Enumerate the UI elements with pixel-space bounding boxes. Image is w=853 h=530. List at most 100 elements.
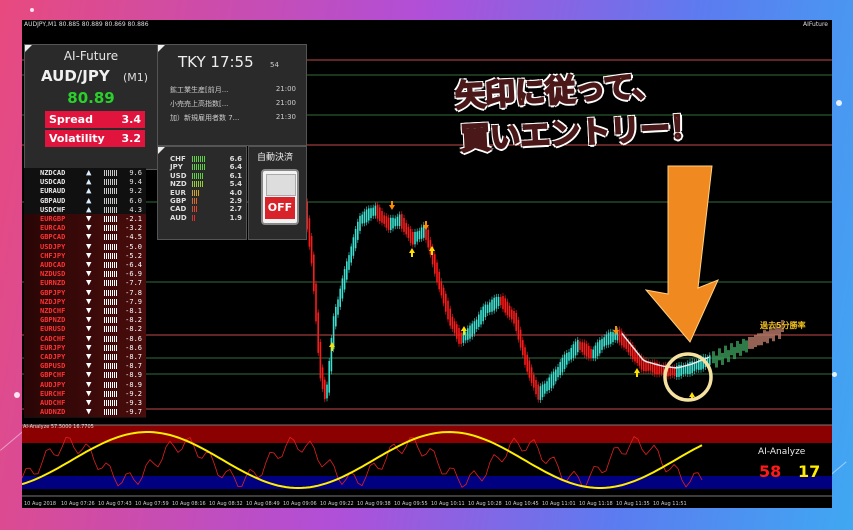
panel-corner-icon[interactable]	[158, 147, 165, 154]
candle-body	[324, 379, 326, 400]
ai-analyze-value-red: 58	[759, 462, 782, 481]
candle-body	[519, 329, 522, 348]
forecast-bar	[727, 350, 730, 363]
candle-body	[583, 342, 586, 355]
candle-body	[649, 363, 652, 371]
candle-body	[319, 342, 322, 379]
news-event-name: 小売売上高指数[...	[170, 100, 229, 108]
strength-bars	[104, 179, 118, 186]
pair-strength-list: NZDCAD ▲ 9.6 USDCAD ▲ 9.4 EURAUD ▲ 9.2 GBPAUD ▲ 6.0…	[24, 168, 146, 418]
candle-body	[409, 229, 412, 243]
strength-value: -2.1	[125, 215, 142, 223]
candle-body	[374, 205, 377, 216]
currency-strength-bars	[192, 214, 196, 221]
pair-symbol: CHFJPY	[40, 251, 66, 260]
strength-value: -8.2	[125, 325, 142, 334]
candle-body	[352, 237, 355, 256]
forecast-bar	[718, 348, 721, 361]
candle-body	[337, 299, 339, 315]
strength-value: -3.2	[125, 224, 142, 233]
candle-body	[449, 308, 451, 326]
currency-strength-bars	[192, 189, 200, 196]
auto-settle-toggle[interactable]: OFF	[261, 169, 299, 225]
toggle-state[interactable]: OFF	[265, 197, 295, 219]
candle-body	[456, 324, 458, 339]
strength-bars	[104, 170, 118, 176]
currency-strength-bars	[192, 156, 206, 162]
candle-body	[335, 306, 337, 327]
candle-body	[427, 229, 429, 248]
strength-bars	[104, 188, 118, 195]
strength-value: -8.7	[125, 353, 142, 361]
candle-body	[541, 384, 544, 398]
candle-body	[416, 231, 418, 242]
candle-body	[339, 288, 341, 307]
forecast-bar	[748, 336, 751, 349]
strength-bars	[104, 390, 118, 397]
candle-body	[436, 262, 438, 283]
pair-symbol: NZDJPY	[40, 297, 66, 306]
candle-body	[528, 360, 531, 378]
current-price: 80.89	[67, 89, 115, 107]
candle-body	[475, 319, 478, 330]
candle-body	[625, 339, 627, 349]
strength-bars	[104, 262, 118, 268]
promo-background: 10 Aug 2018 10 Aug 07:26 10 Aug 07:43 10 Au…	[0, 0, 853, 530]
candle-body	[361, 214, 363, 224]
currency-code: NZD	[170, 180, 187, 189]
candle-body	[341, 278, 344, 299]
pair-symbol: NZDCHF	[40, 307, 66, 315]
strength-bars	[104, 372, 118, 379]
candle-body	[484, 304, 487, 318]
time-axis-label: 10 Aug 09:06	[283, 501, 317, 507]
candle-body	[328, 360, 330, 393]
strength-value: -7.9	[125, 297, 142, 306]
strength-bars	[104, 409, 118, 416]
pair-symbol: USDJPY	[40, 242, 66, 251]
candle-body	[407, 226, 410, 239]
pair-symbol: GBPCHF	[40, 371, 66, 380]
candle-body	[709, 355, 711, 366]
pair-strength-row[interactable]: AUDNZD ▼ -9.7	[24, 407, 146, 418]
pair-symbol: EURNZD	[40, 279, 66, 288]
candle-body	[552, 371, 555, 386]
auto-settle-label: 自動決済	[257, 153, 294, 163]
mt4-chart-window[interactable]: 10 Aug 2018 10 Aug 07:26 10 Aug 07:43 10 Au…	[22, 20, 832, 508]
candle-body	[460, 332, 462, 344]
news-panel: TKY 17:55 54 鉱工業生産[前月... 21:00 小売売上高指数[.…	[157, 44, 307, 146]
candle-body	[346, 261, 348, 280]
strength-value: -6.4	[125, 261, 142, 269]
decor-dot	[832, 372, 837, 377]
currency-strength-bars	[192, 172, 205, 179]
time-axis-label: 10 Aug 11:51	[653, 501, 687, 507]
candle-body	[486, 304, 489, 313]
buy-arrow-icon	[634, 368, 640, 377]
forecast-bar	[745, 340, 748, 353]
timeframe-label: (M1)	[123, 71, 149, 84]
currency-strength-value: 6.6	[229, 155, 242, 163]
candle-body	[321, 367, 324, 390]
currency-strength-value: 6.4	[229, 163, 242, 172]
strength-bars	[104, 363, 118, 370]
strength-bars	[104, 271, 118, 278]
candle-body	[550, 374, 553, 389]
news-event-name: 加）新規雇用者数 7...	[170, 114, 240, 122]
currency-code: CHF	[170, 155, 186, 163]
candle-body	[526, 354, 528, 372]
forecast-bar	[721, 352, 724, 365]
panel-corner-icon[interactable]	[158, 45, 165, 52]
candle-body	[500, 296, 502, 306]
candle-body	[607, 332, 610, 345]
time-axis-label: 10 Aug 07:43	[98, 501, 132, 507]
candle-body	[372, 207, 374, 216]
strength-value: -5.2	[125, 251, 142, 260]
candle-body	[326, 384, 328, 399]
volatility-label: Volatility	[49, 132, 105, 145]
candle-body	[414, 231, 416, 245]
candle-body	[438, 271, 440, 290]
pair-symbol: GBPJPY	[40, 288, 66, 297]
candle-body	[471, 323, 473, 337]
strength-bars	[104, 335, 118, 342]
pair-name: AUD/JPY	[41, 67, 110, 85]
candle-body	[497, 296, 500, 307]
